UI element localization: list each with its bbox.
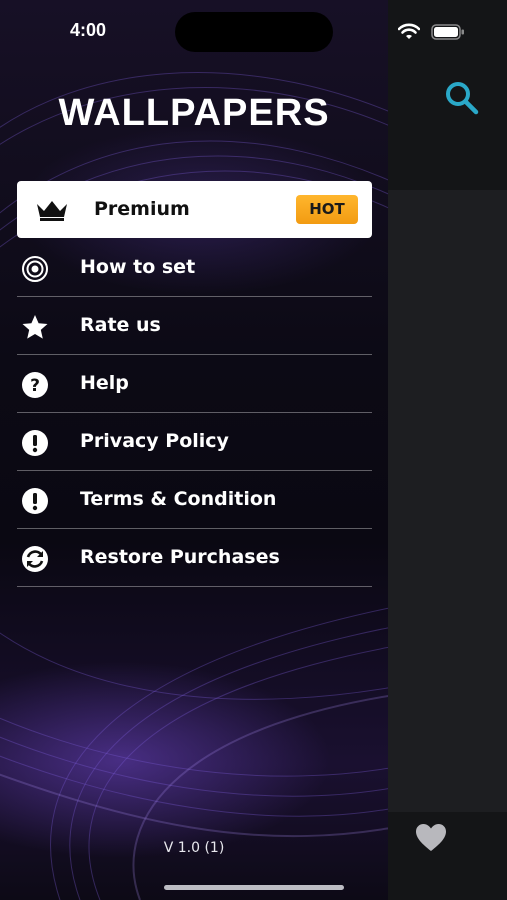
menu-item-how-to-set[interactable]: How to set: [17, 239, 372, 297]
target-icon: [22, 256, 48, 282]
app-title: WALLPAPERS: [58, 92, 330, 134]
wifi-icon: [398, 23, 420, 39]
menu-item-rate-us[interactable]: Rate us: [17, 297, 372, 355]
alert-icon: [22, 488, 48, 514]
crown-icon: [37, 201, 67, 221]
menu-label: Terms & Condition: [80, 488, 277, 510]
heart-icon[interactable]: [414, 822, 448, 852]
side-drawer: 4:00 WALLPAPERS Premium HOT How to set R…: [0, 0, 388, 900]
search-icon[interactable]: [444, 80, 480, 116]
dynamic-island: [175, 12, 333, 52]
drawer-menu: How to set Rate us ? Help Privacy Policy: [17, 239, 372, 587]
menu-label: How to set: [80, 256, 196, 278]
question-icon: ?: [22, 372, 48, 398]
menu-label: Restore Purchases: [80, 546, 280, 568]
premium-button[interactable]: Premium HOT: [17, 181, 372, 238]
menu-label: Rate us: [80, 314, 161, 336]
home-indicator[interactable]: [164, 885, 344, 890]
star-icon: [22, 315, 48, 339]
menu-item-restore-purchases[interactable]: Restore Purchases: [17, 529, 372, 587]
svg-text:?: ?: [30, 376, 40, 396]
alert-icon: [22, 430, 48, 456]
menu-item-privacy-policy[interactable]: Privacy Policy: [17, 413, 372, 471]
hot-badge: HOT: [296, 195, 358, 224]
status-time: 4:00: [70, 20, 107, 40]
menu-label: Help: [80, 372, 129, 394]
battery-icon: [431, 24, 464, 40]
restore-icon: [22, 546, 48, 572]
premium-label: Premium: [94, 198, 190, 220]
menu-item-help[interactable]: ? Help: [17, 355, 372, 413]
menu-label: Privacy Policy: [80, 430, 229, 452]
menu-item-terms[interactable]: Terms & Condition: [17, 471, 372, 529]
version-label: V 1.0 (1): [163, 840, 225, 856]
